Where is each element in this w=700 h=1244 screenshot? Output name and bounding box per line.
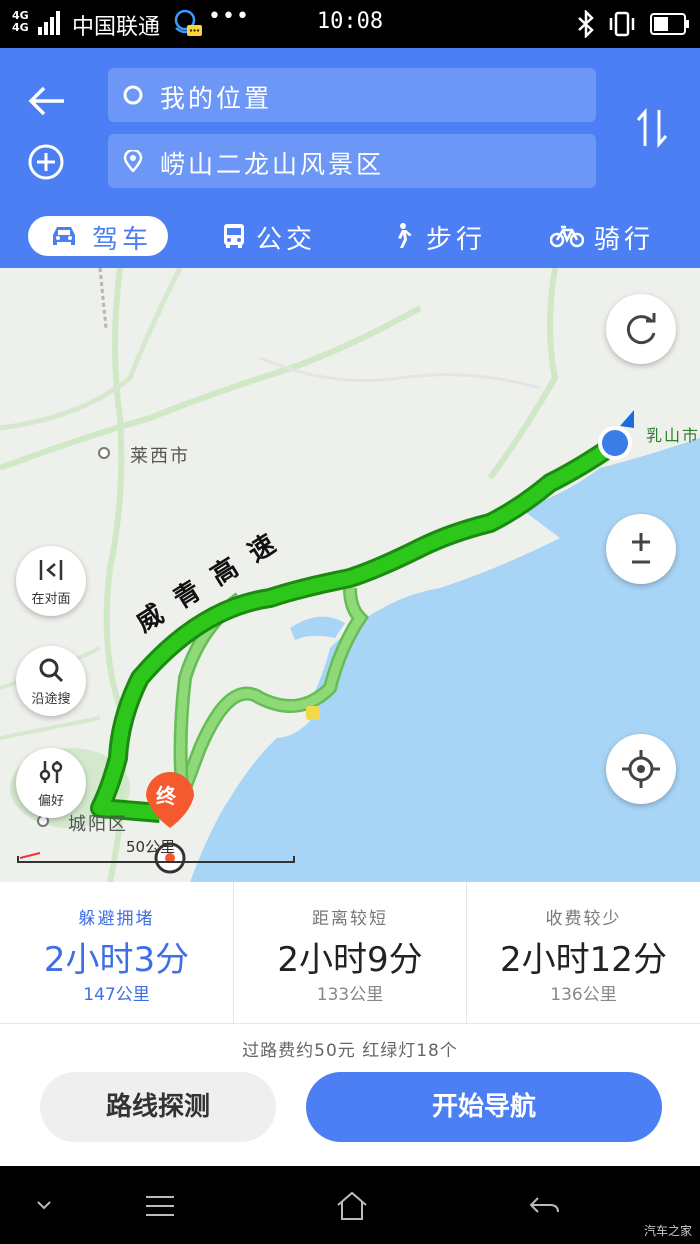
city-label-laixi: 莱西市 [130,446,190,467]
sliders-icon [39,761,63,783]
route-distance: 147公里 [83,985,150,1005]
heading-arrow-icon [620,410,634,428]
search-along-route-label: 沿途搜 [31,692,71,707]
carrier-name: 中国联通 [72,15,161,40]
destination-text: 崂山二龙山风景区 [160,150,385,179]
vibrate-icon [607,9,637,39]
watermark: 汽车之家 [643,1224,692,1238]
bluetooth-icon [574,8,598,40]
origin-input[interactable]: 我的位置 [108,68,596,122]
route-distance: 133公里 [316,985,384,1005]
railway [98,268,108,329]
start-navigation-button[interactable]: 开始导航 [306,1072,662,1142]
back-nav-button[interactable] [526,1188,562,1224]
route-option-3[interactable]: 收费较少 2小时12分 136公里 [466,882,700,1024]
end-marker-label: 终 [156,784,176,808]
back-icon [529,1197,559,1213]
tab-driving-label: 驾车 [92,225,153,255]
congestion-marker [306,706,320,720]
tab-walking-label: 步行 [426,225,487,255]
network-type: 4G 4G [12,9,29,34]
route-duration: 2小时9分 [277,940,423,980]
chevron-down-icon [37,1201,51,1210]
travel-mode-tabs: 驾车 公交 步行 骑行 [0,212,700,262]
origin-text: 我的位置 [160,84,273,113]
battery-icon [650,13,690,35]
tab-transit[interactable]: 公交 [218,216,328,256]
route-tag: 收费较少 [545,909,622,929]
refresh-button[interactable] [606,294,676,364]
route-option-1[interactable]: 躲避拥堵 2小时3分 147公里 [0,882,233,1024]
search-along-route-button[interactable]: 沿途搜 [16,646,86,716]
road [487,268,559,480]
swap-icon [636,108,668,148]
scale-label: 50公里 [126,838,176,856]
assistant-icon [170,6,204,40]
route-option-2[interactable]: 距离较短 2小时9分 133公里 [233,882,466,1024]
tab-cycling[interactable]: 骑行 [550,216,670,256]
scale-compass [19,852,41,859]
bottom-panel: 过路费约50元 红绿灯18个 路线探测 开始导航 [0,1024,700,1166]
route-tag: 躲避拥堵 [78,909,155,929]
road [0,305,422,471]
route-probe-button[interactable]: 路线探测 [40,1072,276,1142]
map-view[interactable]: 莱西市 城阳区 乳山市 威青高速 终 50公里 在对面 沿途搜 偏好 [0,268,700,882]
origin-dot-icon [123,85,143,105]
route-options: 躲避拥堵 2小时3分 147公里 距离较短 2小时9分 133公里 收费较少 2… [0,882,700,1024]
back-arrow-icon [28,86,64,116]
tab-cycling-label: 骑行 [594,225,655,255]
add-circle-icon [28,144,64,180]
opposite-side-button[interactable]: 在对面 [16,546,86,616]
road [0,268,183,431]
menu-button[interactable] [142,1188,178,1224]
toll-info: 过路费约50元 红绿灯18个 [242,1041,458,1061]
walk-icon [398,223,412,248]
zoom-button[interactable] [606,514,676,584]
location-pin-icon [123,150,143,172]
route-duration: 2小时3分 [43,940,190,980]
status-bar: 4G 4G 中国联通 ••• 10:08 [0,0,700,48]
zoom-plus-minus-icon [632,533,650,564]
district-label-chengyang: 城阳区 [68,814,128,835]
more-notifications-icon: ••• [208,4,250,29]
opposite-side-label: 在对面 [31,592,71,607]
current-location-dot [602,430,628,456]
add-waypoint-button[interactable] [26,142,66,182]
preferences-button[interactable]: 偏好 [16,748,86,818]
car-icon [53,227,75,245]
system-nav-bar: 汽车之家 [0,1166,700,1244]
destination-input[interactable]: 崂山二龙山风景区 [108,134,596,188]
route-distance: 136公里 [550,985,617,1005]
collapse-button[interactable] [26,1188,62,1224]
signal-icon [38,11,64,35]
search-icon [39,658,64,683]
menu-icon [146,1196,174,1216]
edge-label-rushan: 乳山市 [646,426,700,445]
clock: 10:08 [316,9,384,34]
refresh-icon [626,313,656,345]
home-icon [337,1191,367,1220]
locate-button[interactable] [606,734,676,804]
route-tag: 距离较短 [312,909,388,929]
back-button[interactable] [24,78,70,124]
home-button[interactable] [334,1188,370,1224]
city-dot-icon [98,447,110,459]
route-duration: 2小时12分 [500,940,667,980]
preferences-label: 偏好 [37,794,64,809]
map-canvas [0,268,700,882]
tab-driving[interactable]: 驾车 [28,216,168,256]
tab-transit-label: 公交 [256,225,317,255]
inlet [290,616,345,640]
tab-walking[interactable]: 步行 [388,216,498,256]
bike-icon [550,225,584,248]
locate-crosshair-icon [622,750,660,788]
route-header: 我的位置 崂山二龙山风景区 驾车 公交 步行 骑行 [0,48,700,268]
opposite-side-icon [39,560,63,580]
bus-icon [224,224,244,248]
swap-button[interactable] [634,106,670,150]
